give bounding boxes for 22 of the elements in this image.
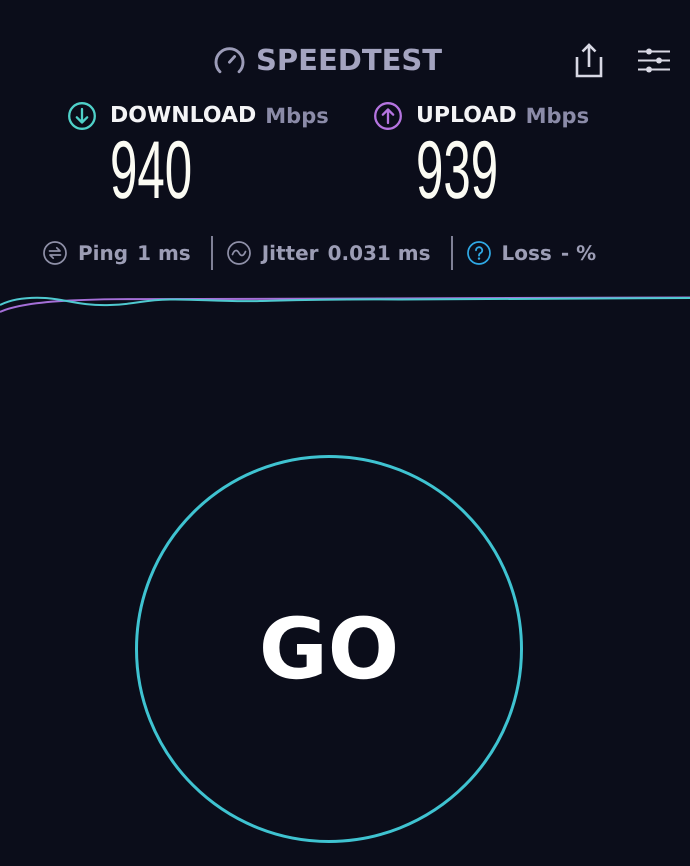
metric-label: Ping: [78, 243, 128, 263]
metric-label: Jitter: [262, 243, 319, 263]
result-label: UPLOAD: [416, 105, 517, 127]
unit-label: Mbps: [526, 106, 590, 126]
result-label: DOWNLOAD: [110, 105, 256, 127]
app-title: SPEEDTEST: [256, 46, 442, 74]
metric-label: Loss: [502, 243, 552, 263]
swap-arrows-icon: [43, 241, 67, 265]
speed-value: 939: [416, 130, 498, 212]
speed-value: 940: [110, 130, 192, 212]
share-button[interactable]: [575, 42, 603, 78]
wave-icon: [226, 241, 251, 265]
metric-value: 0.031 ms: [328, 243, 431, 263]
speedometer-icon: [214, 46, 245, 74]
settings-button[interactable]: [638, 48, 670, 72]
go-button[interactable]: GO: [135, 455, 523, 843]
share-icon: [575, 42, 603, 78]
help-icon[interactable]: [466, 241, 491, 265]
unit-label: Mbps: [265, 106, 329, 126]
metric-value: - %: [560, 243, 596, 263]
metric-value: 1 ms: [137, 243, 191, 263]
settings-icon: [638, 48, 670, 72]
